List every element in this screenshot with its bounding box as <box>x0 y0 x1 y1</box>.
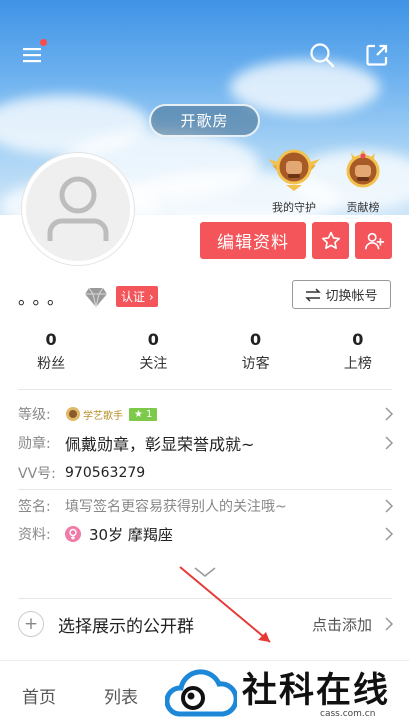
stat-value: 0 <box>250 330 262 349</box>
profile-data-value: 30岁 摩羯座 <box>89 525 173 544</box>
medal-value: 佩戴勋章，彰显荣誉成就~ <box>65 435 255 454</box>
stat-label: 访客 <box>241 356 270 372</box>
stat-rankings[interactable]: 0 上榜 <box>307 330 409 373</box>
open-song-room-label: 开歌房 <box>180 112 229 130</box>
share-button[interactable] <box>362 40 392 70</box>
chevron-right-icon <box>385 499 394 513</box>
divider <box>18 389 392 390</box>
signature-label: 签名: <box>18 499 51 515</box>
stat-value: 0 <box>352 330 364 349</box>
switch-icon <box>305 287 322 302</box>
star-icon <box>321 231 340 249</box>
follow-button[interactable] <box>355 222 392 259</box>
diamond-icon <box>85 287 107 307</box>
signature-row[interactable]: 签名: 填写签名更容易获得别人的关注哦~ <box>18 494 394 518</box>
chevron-right-icon <box>385 617 394 631</box>
stat-label: 关注 <box>139 356 168 372</box>
verify-tag[interactable]: 认证 › <box>116 286 158 307</box>
search-button[interactable] <box>307 40 337 70</box>
tab-home[interactable]: 首页 <box>22 683 56 708</box>
stat-following[interactable]: 0 关注 <box>102 330 204 373</box>
profile-data-row[interactable]: 资料: 30岁 摩羯座 <box>18 522 394 546</box>
add-user-icon <box>364 232 384 249</box>
my-guardian-label: 我的守护 <box>272 201 316 214</box>
tab-list[interactable]: 列表 <box>104 683 138 708</box>
menu-icon <box>23 48 41 63</box>
vv-number-row: VV号: 970563279 <box>18 461 394 485</box>
chevron-right-icon <box>385 436 394 450</box>
divider <box>18 489 392 490</box>
vv-label: VV号: <box>18 466 56 482</box>
open-song-room-button[interactable]: 开歌房 <box>149 104 260 137</box>
contribution-crown-badge-icon <box>346 150 380 188</box>
watermark-url: cass.com.cn <box>320 709 376 719</box>
watermark-text: 社科在线 <box>242 671 391 711</box>
signature-value: 填写签名更容易获得别人的关注哦~ <box>65 499 287 515</box>
stat-fans[interactable]: 0 粉丝 <box>0 330 102 373</box>
plus-icon: + <box>18 611 44 637</box>
favorite-button[interactable] <box>312 222 349 259</box>
divider <box>18 598 392 599</box>
chevron-down-icon <box>194 567 216 578</box>
edit-profile-button[interactable]: 编辑资料 <box>200 222 306 259</box>
contribution-rank-badge[interactable]: 贡献榜 <box>333 145 393 215</box>
watermark: 社科在线 cass.com.cn <box>160 662 409 727</box>
stat-value: 0 <box>147 330 159 349</box>
level-star-icon: ★ <box>134 408 143 420</box>
level-number: 1 <box>145 408 153 420</box>
stat-value: 0 <box>45 330 57 349</box>
level-row[interactable]: 等级: 学艺歌手 ★ 1 <box>18 402 394 426</box>
chevron-right-icon <box>385 407 394 421</box>
vv-value: 970563279 <box>65 465 146 481</box>
profile-data-label: 资料: <box>18 527 51 543</box>
default-avatar-icon <box>47 176 109 241</box>
public-group-title: 选择展示的公开群 <box>58 616 194 637</box>
switch-account-label: 切换帐号 <box>325 289 378 304</box>
expand-more-button[interactable] <box>193 563 217 582</box>
stat-label: 上榜 <box>343 356 372 372</box>
level-medal-icon <box>66 407 80 421</box>
public-group-row[interactable]: + 选择展示的公开群 点击添加 <box>18 607 394 641</box>
stats-row: 0 粉丝 0 关注 0 访客 0 上榜 <box>0 330 409 373</box>
level-title: 学艺歌手 <box>83 410 123 422</box>
my-guardian-badge[interactable]: 我的守护 <box>264 145 324 215</box>
stat-label: 粉丝 <box>37 356 66 372</box>
add-group-action[interactable]: 点击添加 <box>312 614 372 635</box>
search-icon <box>310 43 335 68</box>
medal-row[interactable]: 勋章: 佩戴勋章，彰显荣誉成就~ <box>18 431 394 455</box>
contribution-rank-label: 贡献榜 <box>346 201 380 214</box>
level-title-chip: 学艺歌手 <box>65 406 123 422</box>
nickname: 。。。 <box>18 289 70 309</box>
female-gender-icon <box>65 526 81 542</box>
notification-dot <box>40 39 47 46</box>
edit-profile-label: 编辑资料 <box>217 233 289 253</box>
medal-label: 勋章: <box>18 436 51 452</box>
profile-name-row: 。。。 认证 › <box>18 284 158 309</box>
avatar[interactable] <box>22 153 134 265</box>
share-icon <box>366 44 388 66</box>
menu-button[interactable] <box>18 39 48 70</box>
stat-visitors[interactable]: 0 访客 <box>205 330 307 373</box>
chevron-right-icon <box>385 527 394 541</box>
switch-account-button[interactable]: 切换帐号 <box>292 280 391 309</box>
watermark-logo <box>165 669 237 717</box>
winged-guardian-badge-icon <box>268 149 320 191</box>
level-label: 等级: <box>18 407 51 423</box>
level-number-badge: ★ 1 <box>129 407 158 421</box>
